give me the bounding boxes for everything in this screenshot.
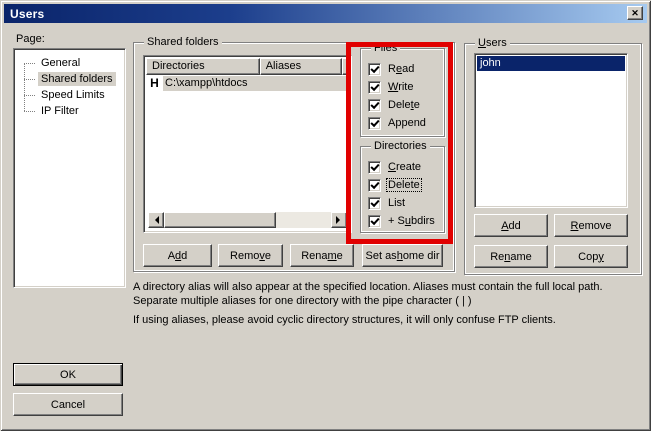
user-remove-button[interactable]: Remove xyxy=(554,214,628,237)
page-item-ip-filter[interactable]: IP Filter xyxy=(16,103,123,119)
tree-line xyxy=(24,63,25,111)
file-delete-label: Delete xyxy=(387,99,421,111)
checkbox-row-read[interactable]: Read xyxy=(368,60,442,78)
directory-row[interactable]: H C:\xampp\htdocs xyxy=(146,75,349,91)
subdirs-checkbox[interactable] xyxy=(368,215,381,228)
page-item-speed-limits[interactable]: Speed Limits xyxy=(16,87,123,103)
column-header-aliases[interactable]: Aliases xyxy=(260,58,342,75)
page-label: Page: xyxy=(16,33,45,45)
page-item-label: IP Filter xyxy=(38,104,82,118)
horizontal-scrollbar[interactable] xyxy=(148,212,347,228)
create-label: Create xyxy=(387,161,422,173)
checkbox-row-append[interactable]: Append xyxy=(368,114,442,132)
directories-permissions-group: Directories Create Delete List + Subdirs xyxy=(360,146,445,233)
alias-help-paragraph-1: A directory alias will also appear at th… xyxy=(133,280,636,308)
files-permissions-group: Files Read Write Delete Append xyxy=(360,48,445,137)
folder-rename-button[interactable]: Rename xyxy=(290,244,354,267)
scroll-track[interactable] xyxy=(276,212,331,228)
tree-connector xyxy=(24,63,35,64)
folder-remove-button[interactable]: Remove xyxy=(218,244,283,267)
tree-connector xyxy=(24,79,35,80)
alias-help-paragraph-2: If using aliases, please avoid cyclic di… xyxy=(133,313,636,327)
dir-delete-checkbox[interactable] xyxy=(368,179,381,192)
ok-button[interactable]: OK xyxy=(13,363,123,386)
scroll-thumb[interactable] xyxy=(164,212,276,228)
user-copy-button[interactable]: Copy xyxy=(554,245,628,268)
set-as-home-dir-button[interactable]: Set as home dir xyxy=(362,244,443,267)
page-item-shared-folders[interactable]: Shared folders xyxy=(16,71,123,87)
list-label: List xyxy=(387,197,406,209)
title-bar[interactable]: Users ✕ xyxy=(4,4,647,23)
page-tree[interactable]: General Shared folders Speed Limits IP F… xyxy=(13,48,126,288)
cancel-button[interactable]: Cancel xyxy=(13,393,123,416)
directories-list[interactable]: Directories Aliases H C:\xampp\htdocs xyxy=(143,55,352,233)
checkbox-row-write[interactable]: Write xyxy=(368,78,442,96)
column-header-directories[interactable]: Directories xyxy=(146,58,260,75)
folder-add-button[interactable]: Add xyxy=(143,244,212,267)
tree-connector xyxy=(24,95,35,96)
scroll-left-button[interactable] xyxy=(148,212,164,228)
directories-list-header: Directories Aliases xyxy=(146,58,349,75)
user-row-john[interactable]: john xyxy=(477,56,625,71)
users-dialog: { "window": { "title": "Users" }, "icons… xyxy=(0,0,651,431)
file-delete-checkbox[interactable] xyxy=(368,99,381,112)
checkbox-row-file-delete[interactable]: Delete xyxy=(368,96,442,114)
close-icon: ✕ xyxy=(631,9,639,18)
write-checkbox[interactable] xyxy=(368,81,381,94)
home-directory-marker: H xyxy=(146,76,163,90)
page-item-general[interactable]: General xyxy=(16,55,123,71)
dir-delete-label: Delete xyxy=(387,179,421,191)
subdirs-label: + Subdirs xyxy=(387,215,436,227)
column-header-filler xyxy=(342,58,349,75)
page-item-label: Shared folders xyxy=(38,72,116,86)
scroll-right-button[interactable] xyxy=(331,212,347,228)
read-label: Read xyxy=(387,63,415,75)
checkbox-row-dir-delete[interactable]: Delete xyxy=(368,176,442,194)
user-rename-button[interactable]: Rename xyxy=(474,245,548,268)
shared-folders-group-label: Shared folders xyxy=(144,36,222,49)
write-label: Write xyxy=(387,81,414,93)
directory-path: C:\xampp\htdocs xyxy=(163,76,349,91)
append-label: Append xyxy=(387,117,427,129)
window-title: Users xyxy=(4,7,44,21)
alias-help-text: A directory alias will also appear at th… xyxy=(133,280,636,327)
close-button[interactable]: ✕ xyxy=(627,6,643,20)
right-arrow-icon xyxy=(336,216,344,224)
create-checkbox[interactable] xyxy=(368,161,381,174)
directories-group-label: Directories xyxy=(371,140,430,153)
list-checkbox[interactable] xyxy=(368,197,381,210)
checkbox-row-list[interactable]: List xyxy=(368,194,442,212)
users-group-label: Users xyxy=(475,37,510,50)
tree-connector xyxy=(24,111,35,112)
append-checkbox[interactable] xyxy=(368,117,381,130)
left-arrow-icon xyxy=(151,216,159,224)
checkbox-row-subdirs[interactable]: + Subdirs xyxy=(368,212,442,230)
checkbox-row-create[interactable]: Create xyxy=(368,158,442,176)
page-item-label: Speed Limits xyxy=(38,88,108,102)
files-group-label: Files xyxy=(371,42,400,55)
user-add-button[interactable]: Add xyxy=(474,214,548,237)
read-checkbox[interactable] xyxy=(368,63,381,76)
page-item-label: General xyxy=(38,56,83,70)
users-list[interactable]: john xyxy=(474,53,628,208)
